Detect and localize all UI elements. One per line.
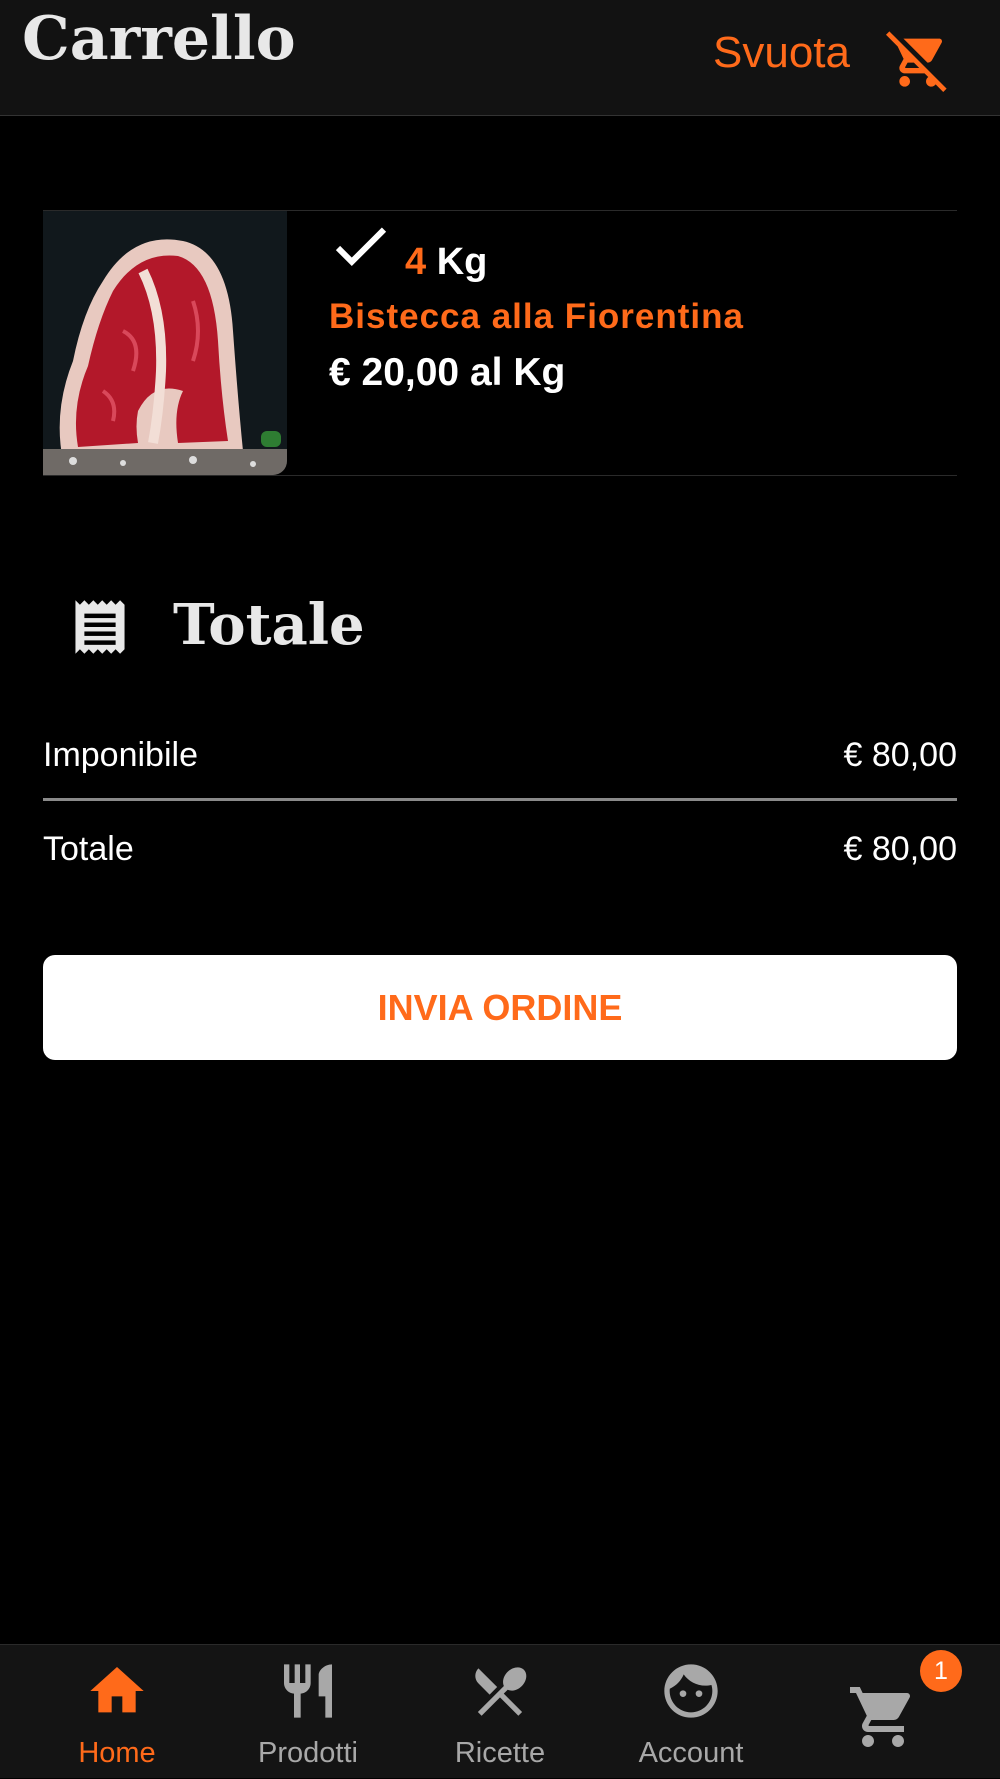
subtotal-row: Imponibile € 80,00 [43, 722, 957, 792]
page-title: Carrello [22, 4, 296, 74]
product-image [43, 211, 287, 475]
total-row: Totale € 80,00 [43, 816, 957, 886]
summary-title: Totale [173, 592, 365, 658]
nav-label-account: Account [638, 1737, 744, 1769]
cart-item[interactable]: 4 Kg Bistecca alla Fiorentina € 20,00 al… [43, 210, 957, 476]
quantity-value: 4 [405, 241, 427, 283]
face-icon [664, 1664, 718, 1718]
nav-label-ricette: Ricette [454, 1737, 546, 1769]
item-price: € 20,00 al Kg [329, 351, 566, 394]
total-value: € 80,00 [843, 830, 957, 868]
nav-item-ricette[interactable]: Ricette [405, 1645, 595, 1779]
subtotal-value: € 80,00 [843, 736, 957, 774]
quantity-unit: Kg [436, 241, 488, 283]
cart-count-badge: 1 [920, 1650, 962, 1692]
cutlery-icon [284, 1664, 332, 1718]
cart-icon [850, 1687, 911, 1747]
nav-item-home[interactable]: Home [22, 1645, 212, 1779]
summary-divider [43, 798, 957, 801]
item-quantity: 4 Kg [405, 241, 487, 284]
utensils-cross-icon [475, 1667, 527, 1716]
nav-label-prodotti: Prodotti [258, 1737, 358, 1769]
empty-cart-button[interactable]: Svuota [713, 28, 850, 78]
receipt-icon [75, 600, 125, 654]
home-icon [90, 1667, 144, 1713]
send-order-button[interactable]: INVIA ORDINE [43, 955, 957, 1060]
remove-shopping-cart-icon[interactable] [886, 28, 950, 92]
check-icon [335, 227, 387, 267]
total-label: Totale [43, 830, 134, 868]
nav-label-home: Home [78, 1737, 156, 1769]
item-name: Bistecca alla Fiorentina [329, 297, 744, 336]
subtotal-label: Imponibile [43, 736, 198, 774]
summary-header: Totale [43, 582, 543, 672]
nav-item-account[interactable]: Account [596, 1645, 786, 1779]
nav-item-prodotti[interactable]: Prodotti [213, 1645, 403, 1779]
top-app-bar: Carrello Svuota [0, 0, 1000, 116]
bottom-nav: Home Prodotti Ricette Account [0, 1644, 1000, 1778]
